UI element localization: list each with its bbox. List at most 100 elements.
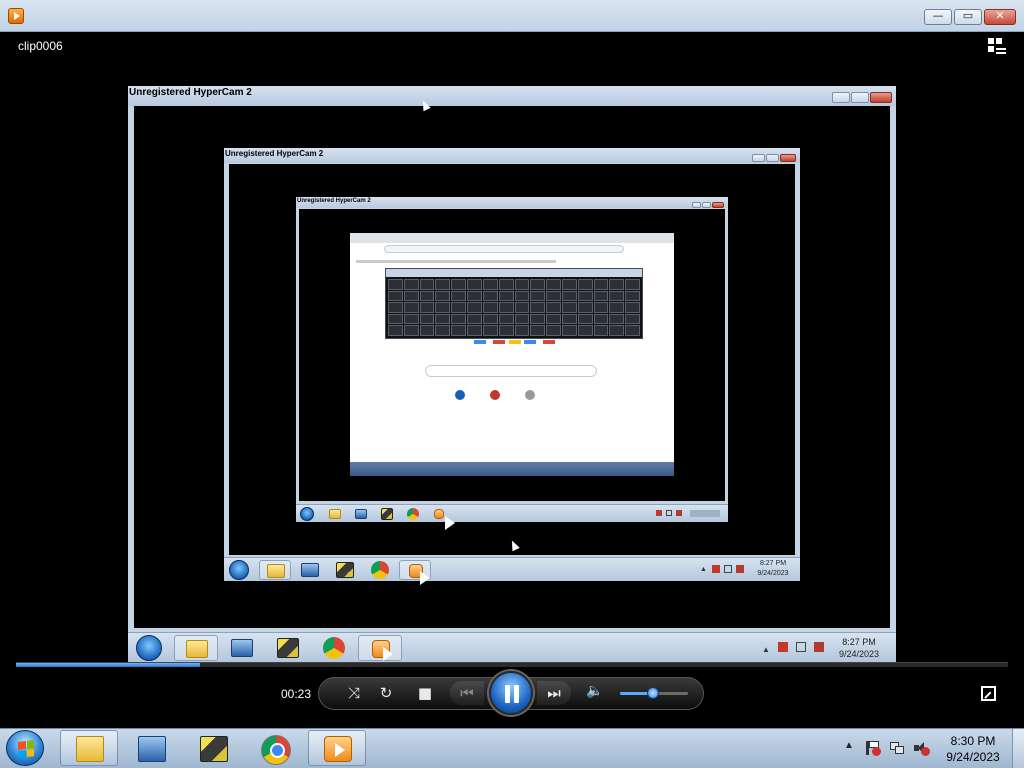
keyboard-key (388, 290, 403, 302)
keyboard-key (435, 325, 451, 336)
volume-icon (676, 510, 682, 516)
keyboard-key (482, 290, 498, 302)
keyboard-key (482, 325, 498, 336)
action-center-icon[interactable] (866, 741, 881, 756)
keyboard-key (498, 290, 514, 302)
maximize-icon: ▭ (962, 9, 974, 22)
repeat-button[interactable]: ↻ (376, 684, 396, 702)
taskbar-computer-button[interactable] (122, 730, 180, 766)
start-icon (300, 507, 314, 521)
volume-slider-thumb[interactable] (647, 687, 659, 699)
recorded-clock-date: 9/24/2023 (757, 570, 789, 577)
mute-button[interactable]: 🔈 (584, 683, 606, 699)
keyboard-key (403, 290, 419, 302)
keyboard-key (467, 302, 482, 313)
chevron-up-icon: ▲ (844, 740, 854, 751)
keyboard-key (530, 325, 546, 336)
show-desktop-button[interactable] (1012, 729, 1024, 768)
keyboard-key (577, 302, 593, 313)
keyboard-key (546, 279, 561, 290)
keyboard-key (625, 313, 640, 325)
start-icon (229, 560, 249, 580)
pause-button[interactable] (489, 671, 533, 715)
close-icon (870, 92, 892, 103)
keyboard-key (593, 279, 609, 290)
minimize-icon (752, 154, 765, 162)
taskbar-explorer-button[interactable] (60, 730, 118, 766)
media-player-icon (399, 560, 431, 585)
recorded-clock (690, 510, 720, 517)
media-player-icon[interactable] (8, 8, 24, 24)
chrome-icon (312, 635, 356, 661)
seek-bar[interactable] (16, 662, 1008, 667)
explorer-icon (259, 560, 291, 580)
keyboard-key (435, 279, 451, 290)
keyboard-key (498, 302, 514, 313)
on-screen-keyboard (385, 268, 643, 339)
network-icon (666, 510, 672, 516)
minimize-icon: — (932, 9, 944, 22)
volume-icon: 🔈 (586, 683, 604, 699)
keyboard-key (625, 279, 640, 290)
keyboard-key (561, 302, 577, 313)
keyboard-key (419, 290, 435, 302)
keyboard-key (482, 302, 498, 313)
keyboard-key (451, 325, 467, 336)
taskbar-hypercam-button[interactable] (184, 730, 242, 766)
show-hidden-icons-button[interactable]: ▲ (844, 740, 858, 754)
shortcut-icon (525, 390, 535, 400)
keyboard-key (561, 325, 577, 336)
previous-button[interactable]: ⏮ (450, 681, 484, 705)
next-button[interactable]: ⏭ (537, 681, 571, 705)
keyboard-key (593, 325, 609, 336)
stop-button[interactable]: ■ (414, 684, 436, 702)
keyboard-key (530, 313, 546, 325)
keyboard-key (435, 313, 451, 325)
minimize-button[interactable]: — (924, 9, 952, 25)
keyboard-key (467, 279, 482, 290)
fullscreen-icon[interactable] (981, 686, 996, 701)
keyboard-key (388, 313, 403, 325)
start-button[interactable] (6, 730, 44, 766)
taskbar-clock[interactable]: 8:30 PM 9/24/2023 (938, 733, 1008, 765)
switch-to-library-icon[interactable] (988, 38, 1006, 54)
network-icon (724, 565, 732, 573)
recorded-window-controls (692, 202, 724, 208)
keyboard-key (388, 279, 403, 290)
shuffle-icon: ⤨ (347, 684, 360, 702)
taskbar-media-player-button[interactable] (308, 730, 366, 766)
keyboard-key (609, 325, 625, 336)
keyboard-key (561, 279, 577, 290)
computer-icon (220, 635, 264, 661)
minimize-icon (692, 202, 701, 208)
media-player-icon (428, 507, 455, 530)
close-button[interactable]: ✕ (984, 9, 1016, 25)
volume-muted-icon[interactable] (914, 741, 930, 756)
hypercam-icon (376, 507, 398, 521)
minimize-icon (832, 92, 850, 103)
title-bar[interactable]: — ▭ ✕ (0, 0, 1024, 32)
keyboard-key (625, 290, 640, 302)
network-icon (796, 642, 806, 652)
recorded-window-title: Unregistered HyperCam 2 (224, 148, 800, 163)
browser-bookmarks-bar (356, 260, 556, 263)
keyboard-key (482, 313, 498, 325)
keyboard-key (593, 313, 609, 325)
keyboard-key (546, 313, 561, 325)
shuffle-button[interactable]: ⤨ (344, 684, 364, 702)
keyboard-key (577, 279, 593, 290)
maximize-icon (702, 202, 711, 208)
close-icon (780, 154, 796, 162)
recorded-window-controls (832, 92, 892, 103)
media-player-icon (358, 635, 402, 661)
maximize-button[interactable]: ▭ (954, 9, 982, 25)
taskbar-chrome-button[interactable] (246, 730, 304, 766)
keyboard-key (419, 302, 435, 313)
recorded-clock-time: 8:27 PM (759, 560, 787, 567)
hypercam-icon (266, 635, 310, 661)
keyboard-key (451, 313, 467, 325)
recorded-taskbar (350, 462, 674, 476)
network-icon[interactable] (890, 741, 904, 755)
keyboard-key (498, 313, 514, 325)
keyboard-key (514, 325, 530, 336)
